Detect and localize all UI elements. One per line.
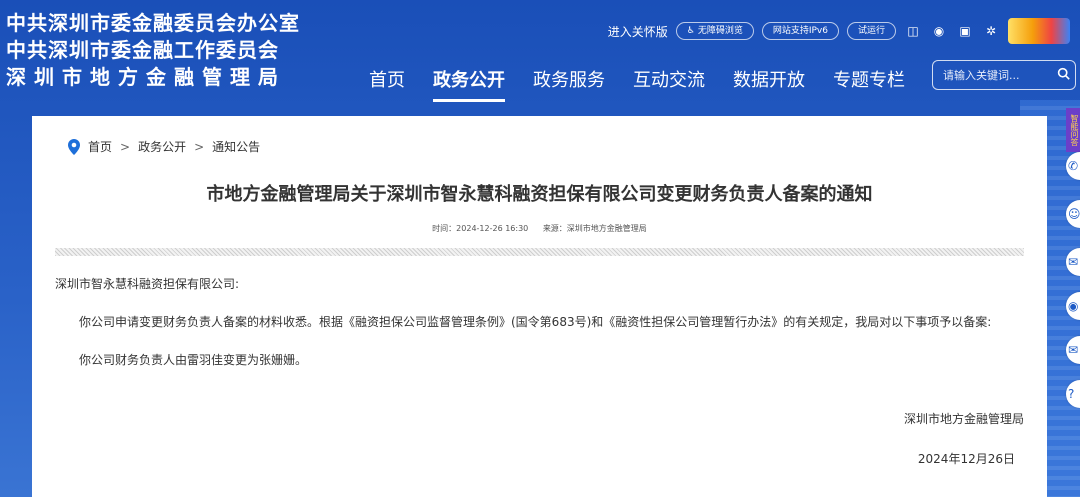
search-input[interactable]	[933, 67, 1051, 83]
breadcrumb-separator: >	[194, 139, 205, 154]
article-title: 市地方金融管理局关于深圳市智永慧科融资担保有限公司变更财务负责人备案的通知	[206, 184, 873, 205]
breadcrumb-gov-affairs[interactable]: 政务公开	[138, 138, 186, 155]
nav-item-topics[interactable]: 专题专栏	[819, 62, 919, 102]
article-time: 时间：2024-12-26 16:30	[432, 224, 529, 233]
paragraph-2: 你公司财务负责人由雷羽佳变更为张姗姗。	[79, 353, 308, 367]
paragraph-1: 你公司申请变更财务负责人备案的材料收悉。根据《融资担保公司监督管理条例》(国令第…	[79, 315, 992, 329]
qr-icon[interactable]: ▣	[956, 22, 974, 40]
search-box	[932, 60, 1076, 90]
signature: 深圳市地方金融管理局	[903, 412, 1024, 426]
app-icon[interactable]: ◫	[904, 22, 922, 40]
main-nav: 首页 政务公开 政务服务 互动交流 数据开放 专题专栏	[355, 62, 919, 102]
network-icon[interactable]: ✲	[982, 22, 1000, 40]
org-title: 中共深圳市委金融委员会办公室 中共深圳市委金融工作委员会 深圳市地方金融管理局	[6, 10, 300, 91]
breadcrumb: 首页 > 政务公开 > 通知公告	[68, 138, 260, 155]
article-panel: 首页 > 政务公开 > 通知公告 市地方金融管理局关于深圳市智永慧科融资担保有限…	[32, 116, 1047, 497]
help-icon[interactable]: ?	[1066, 380, 1080, 408]
chat-icon[interactable]: ✉	[1066, 248, 1080, 276]
salutation: 深圳市智永慧科融资担保有限公司:	[55, 277, 240, 291]
shenzhen-logo	[1008, 18, 1070, 44]
nav-item-interaction[interactable]: 互动交流	[619, 62, 719, 102]
utility-bar: 进入关怀版 ♿ 无障碍浏览 网站支持IPv6 试运行 ◫ ◉ ▣ ✲	[608, 18, 1070, 44]
article-body: 深圳市智永慧科融资担保有限公司: 你公司申请变更财务负责人备案的材料收悉。根据《…	[55, 273, 1024, 371]
article-source: 来源：深圳市地方金融管理局	[542, 224, 647, 233]
weibo-icon[interactable]: ◉	[930, 22, 948, 40]
trial-badge: 试运行	[846, 22, 896, 40]
mail-icon[interactable]: ✉	[1066, 336, 1080, 364]
nav-item-services[interactable]: 政务服务	[519, 62, 619, 102]
location-pin-icon	[68, 138, 80, 155]
phone-icon[interactable]: ✆	[1066, 152, 1080, 180]
side-toolbar: 智能问答 ✆ ☺ ✉ ◉ ✉ ?	[1066, 104, 1080, 497]
article-meta: 时间：2024-12-26 16:30 来源：深圳市地方金融管理局	[32, 223, 1047, 234]
breadcrumb-notices[interactable]: 通知公告	[212, 138, 260, 155]
wheelchair-icon: ♿	[686, 26, 695, 36]
nav-item-home[interactable]: 首页	[355, 62, 419, 102]
ipv6-badge: 网站支持IPv6	[761, 22, 839, 40]
divider	[55, 248, 1024, 256]
org-line-3: 深圳市地方金融管理局	[6, 65, 286, 89]
breadcrumb-separator: >	[120, 139, 131, 154]
side-tab[interactable]: 智能问答	[1066, 108, 1080, 152]
weibo-side-icon[interactable]: ◉	[1066, 292, 1080, 320]
accessibility-label: 无障碍浏览	[697, 26, 743, 36]
search-icon[interactable]	[1051, 67, 1075, 84]
article-date: 2024年12月26日	[917, 452, 1015, 466]
org-line-2: 中共深圳市委金融工作委员会	[6, 38, 279, 62]
care-mode-link[interactable]: 进入关怀版	[608, 23, 668, 40]
org-line-1: 中共深圳市委金融委员会办公室	[6, 11, 300, 35]
nav-item-government-affairs[interactable]: 政务公开	[419, 62, 519, 102]
nav-item-open-data[interactable]: 数据开放	[719, 62, 819, 102]
user-icon[interactable]: ☺	[1066, 200, 1080, 228]
accessibility-button[interactable]: ♿ 无障碍浏览	[675, 22, 754, 40]
breadcrumb-home[interactable]: 首页	[88, 138, 112, 155]
